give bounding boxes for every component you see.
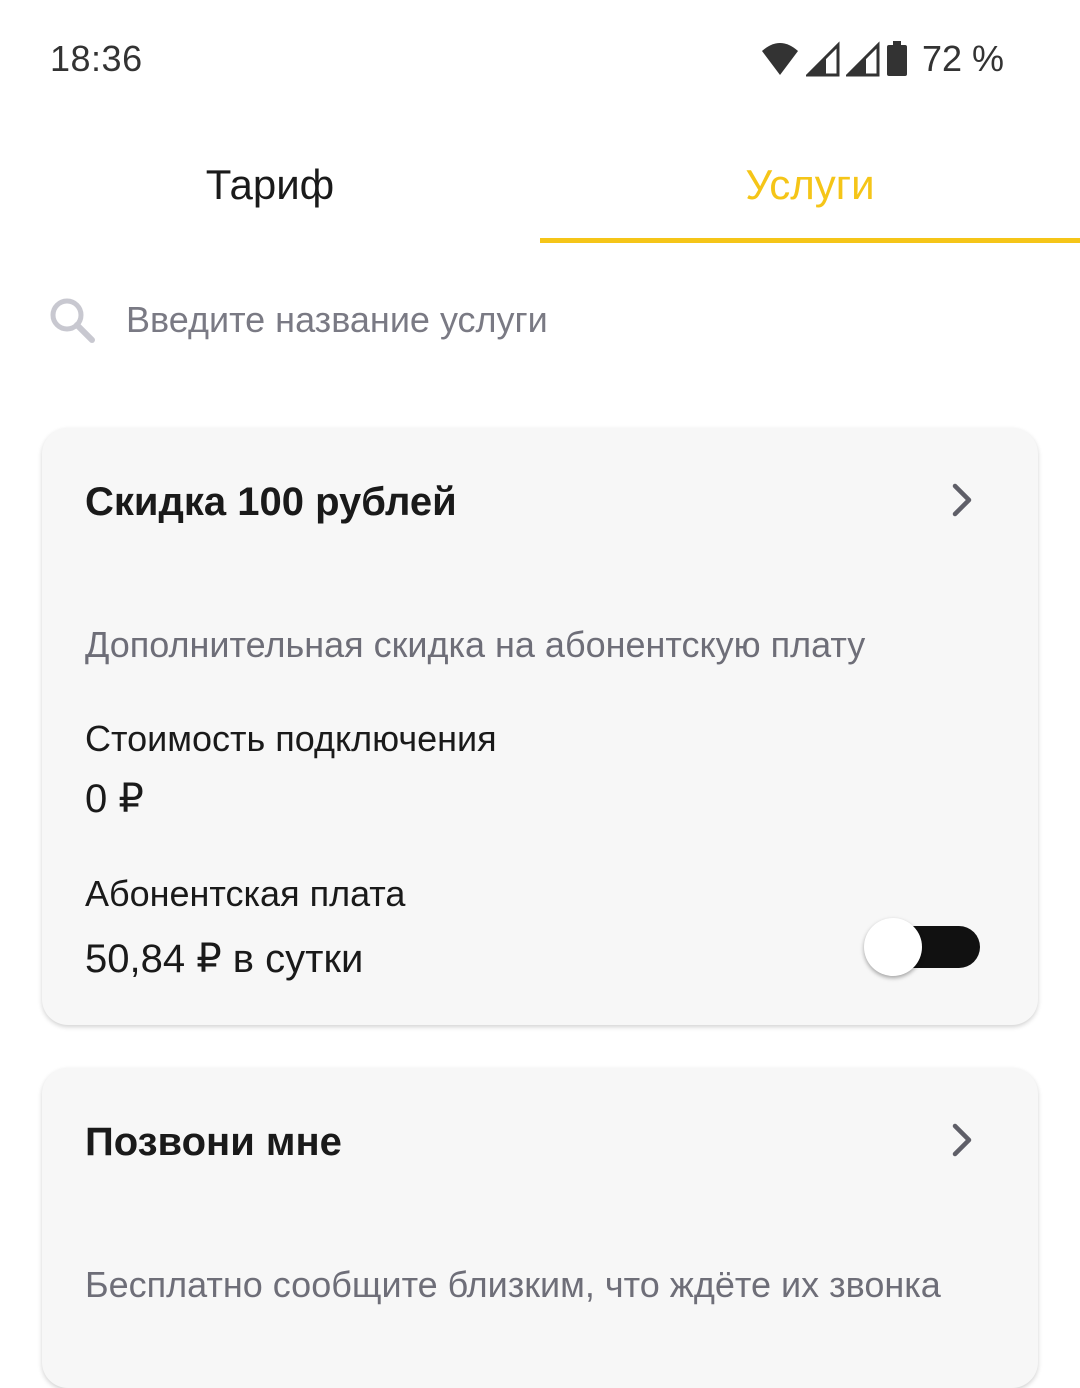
service-description: Бесплатно сообщите близким, что ждёте их… [85, 1264, 941, 1305]
tab-tariff[interactable]: Тариф [0, 130, 540, 240]
service-title: Скидка 100 рублей [85, 480, 457, 524]
service-card[interactable]: Скидка 100 рублей Дополнительная скидка … [42, 428, 1038, 1025]
tab-services[interactable]: Услуги [540, 130, 1080, 240]
connection-cost-label: Стоимость подключения [85, 718, 497, 759]
battery-percent: 72 % [921, 38, 1004, 79]
wifi-icon [761, 43, 798, 75]
search-icon [50, 298, 95, 343]
status-time: 18:36 [50, 38, 143, 79]
service-toggle[interactable] [864, 918, 982, 980]
search-bar [46, 290, 1036, 350]
service-card[interactable]: Позвони мне Бесплатно сообщите близким, … [42, 1068, 1038, 1388]
chevron-right-icon[interactable] [942, 480, 982, 520]
battery-icon [886, 41, 907, 76]
connection-cost-value: 0 ₽ [85, 777, 144, 821]
active-tab-indicator [540, 238, 1080, 243]
service-description: Дополнительная скидка на абонентскую пла… [85, 624, 866, 665]
status-icons: 72 % [760, 38, 1004, 80]
service-title: Позвони мне [85, 1120, 342, 1164]
subscription-fee-value: 50,84 ₽ в сутки [85, 937, 364, 981]
subscription-fee-label: Абонентская плата [85, 873, 406, 914]
signal-icon [845, 41, 880, 77]
status-bar: 18:36 72 % [0, 0, 1080, 120]
toggle-knob [864, 918, 922, 976]
search-input[interactable] [126, 299, 986, 341]
tab-bar: Тариф Услуги [0, 130, 1080, 245]
chevron-right-icon[interactable] [942, 1120, 982, 1160]
signal-icon [805, 41, 840, 77]
